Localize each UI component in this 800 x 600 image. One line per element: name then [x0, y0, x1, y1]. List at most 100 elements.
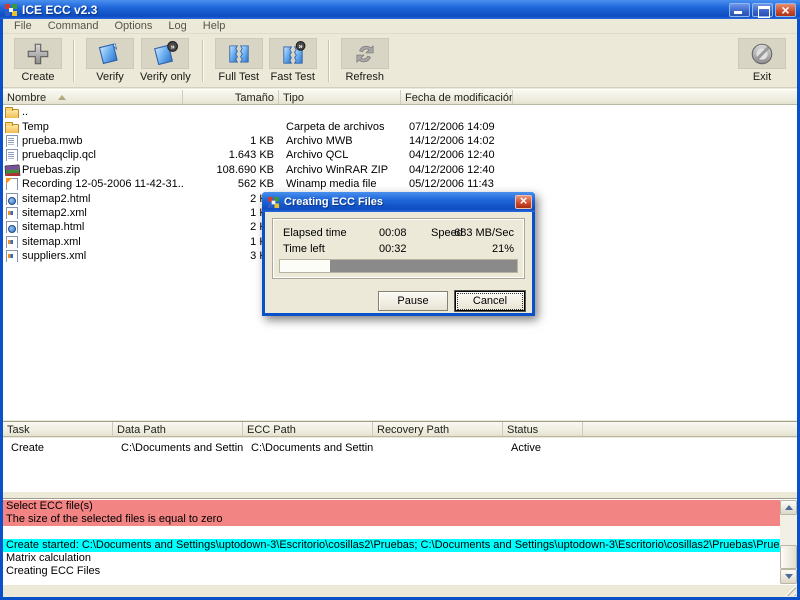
close-button[interactable] — [775, 2, 796, 18]
toolbar: Create Verify » Verify only Full Test » … — [3, 36, 797, 88]
file-name: prueba.mwb — [22, 134, 83, 147]
arrow-up-icon — [784, 505, 793, 510]
resize-grip[interactable] — [785, 585, 796, 596]
sort-ascending-icon — [58, 95, 67, 100]
file-list-header: Nombre Tamaño Tipo Fecha de modificación — [3, 89, 797, 105]
column-header-data-path[interactable]: Data Path — [113, 422, 243, 436]
verify-only-button[interactable]: » Verify only — [140, 38, 191, 83]
file-date: 07/12/2006 14:09 — [409, 120, 495, 133]
file-size: 108.690 KB — [216, 163, 275, 176]
menu-item-command[interactable]: Command — [41, 19, 106, 33]
exit-button[interactable]: Exit — [738, 38, 786, 83]
log-line[interactable]: Creating ECC Files — [3, 565, 780, 578]
fast-test-label: Fast Test — [270, 71, 315, 83]
column-header-empty — [583, 422, 797, 436]
refresh-icon — [340, 38, 389, 69]
file-date: 04/12/2006 12:40 — [409, 149, 495, 162]
folder-file-icon — [5, 106, 19, 119]
arrow-down-icon — [784, 574, 793, 579]
column-header-recovery-path[interactable]: Recovery Path — [373, 422, 503, 436]
progress-groupbox: Elapsed time 00:08 Speed 683 MB/Sec Time… — [272, 218, 525, 279]
status-bar — [3, 584, 797, 597]
log-line[interactable]: Select ECC file(s) — [3, 500, 780, 513]
pause-button[interactable]: Pause — [378, 291, 448, 311]
file-name: Pruebas.zip — [22, 163, 81, 176]
file-date: 04/12/2006 12:40 — [409, 163, 495, 176]
minimize-button[interactable] — [729, 2, 750, 17]
file-name: sitemap.html — [22, 221, 85, 234]
file-type: Archivo MWB — [286, 134, 353, 147]
html-file-icon — [5, 192, 18, 205]
progress-percent-value: 21% — [491, 243, 514, 255]
file-size: 562 KB — [237, 178, 274, 191]
fast-test-icon: » — [268, 38, 317, 69]
xml-file-icon — [5, 235, 18, 248]
menu-item-file[interactable]: File — [7, 19, 39, 33]
create-plus-icon — [14, 38, 62, 69]
file-type: Archivo QCL — [286, 149, 349, 162]
verify-label: Verify — [96, 71, 124, 83]
app-window: ICE ECC v2.3 File Command Options Log He… — [0, 0, 800, 600]
titlebar: ICE ECC v2.3 — [0, 0, 800, 19]
file-row[interactable]: Temp Carpeta de archivos 07/12/2006 14:09 — [3, 119, 797, 133]
menu-item-help[interactable]: Help — [196, 19, 233, 33]
menu-item-log[interactable]: Log — [161, 19, 193, 33]
column-header-empty — [513, 90, 797, 104]
column-header-task[interactable]: Task — [3, 422, 113, 436]
file-name: suppliers.xml — [22, 250, 87, 263]
file-size: 1 KB — [250, 134, 274, 147]
file-row[interactable]: Recording 12-05-2006 11-42-31... 562 KB Wi… — [3, 177, 797, 191]
fast-test-button[interactable]: » Fast Test — [268, 38, 317, 83]
log-lines: Select ECC file(s) The size of the select… — [3, 500, 780, 584]
column-header-nombre[interactable]: Nombre — [3, 90, 183, 104]
task-row[interactable]: Create C:\Documents and Settings... C:\D… — [3, 440, 797, 455]
refresh-button[interactable]: Refresh — [340, 38, 389, 83]
verify-button[interactable]: Verify — [86, 38, 134, 83]
full-test-label: Full Test — [218, 71, 260, 83]
scrollbar-thumb[interactable] — [780, 545, 797, 569]
toolbar-separator — [73, 40, 75, 82]
file-row[interactable]: pruebaqclip.qcl 1.643 KB Archivo QCL 04/12/… — [3, 148, 797, 162]
log-line[interactable]: Matrix calculation — [3, 552, 780, 565]
toolbar-separator — [327, 40, 330, 82]
column-header-status[interactable]: Status — [503, 422, 583, 436]
scroll-up-button[interactable] — [780, 500, 797, 515]
column-header-tipo[interactable]: Tipo — [279, 90, 401, 104]
log-scrollbar[interactable] — [780, 500, 797, 584]
file-name: Temp — [22, 120, 49, 133]
speed-value: 683 MB/Sec — [454, 227, 514, 239]
scrollbar-track[interactable] — [780, 515, 797, 569]
full-test-icon — [214, 38, 263, 69]
log-line[interactable]: The size of the selected files is equal … — [3, 513, 780, 526]
toolbar-separator — [201, 40, 204, 82]
verify-only-label: Verify only — [140, 71, 191, 83]
log-line[interactable] — [3, 526, 780, 539]
full-test-button[interactable]: Full Test — [214, 38, 263, 83]
column-header-tamano[interactable]: Tamaño — [183, 90, 279, 104]
doc-file-icon — [5, 134, 18, 147]
task-status: Active — [511, 441, 541, 454]
maximize-button[interactable] — [752, 2, 773, 18]
folder-file-icon — [5, 121, 19, 133]
log-line[interactable]: Create started: C:\Documents and Setting… — [3, 539, 780, 552]
file-row[interactable]: prueba.mwb 1 KB Archivo MWB 14/12/2006 14:0… — [3, 134, 797, 148]
verify-only-icon: » — [141, 38, 190, 69]
xml-file-icon — [5, 250, 18, 263]
file-row[interactable]: .. — [3, 105, 797, 119]
dialog-logo-icon — [267, 196, 280, 209]
task-list-header: Task Data Path ECC Path Recovery Path St… — [3, 421, 797, 437]
scroll-down-button[interactable] — [780, 569, 797, 584]
column-header-ecc-path[interactable]: ECC Path — [243, 422, 373, 436]
file-name: pruebaqclip.qcl — [22, 149, 96, 162]
cancel-label: Cancel — [457, 292, 523, 310]
file-date: 14/12/2006 14:02 — [409, 134, 495, 147]
file-name: sitemap2.xml — [22, 206, 87, 219]
create-button[interactable]: Create — [14, 38, 62, 83]
menu-item-options[interactable]: Options — [107, 19, 159, 33]
time-left-label: Time left — [283, 243, 325, 255]
cancel-button[interactable]: Cancel — [455, 291, 525, 311]
dialog-close-button[interactable] — [515, 193, 532, 209]
column-header-fecha[interactable]: Fecha de modificación — [401, 90, 513, 104]
file-row[interactable]: Pruebas.zip 108.690 KB Archivo WinRAR ZIP 0… — [3, 163, 797, 177]
dialog-titlebar: Creating ECC Files — [262, 192, 535, 212]
